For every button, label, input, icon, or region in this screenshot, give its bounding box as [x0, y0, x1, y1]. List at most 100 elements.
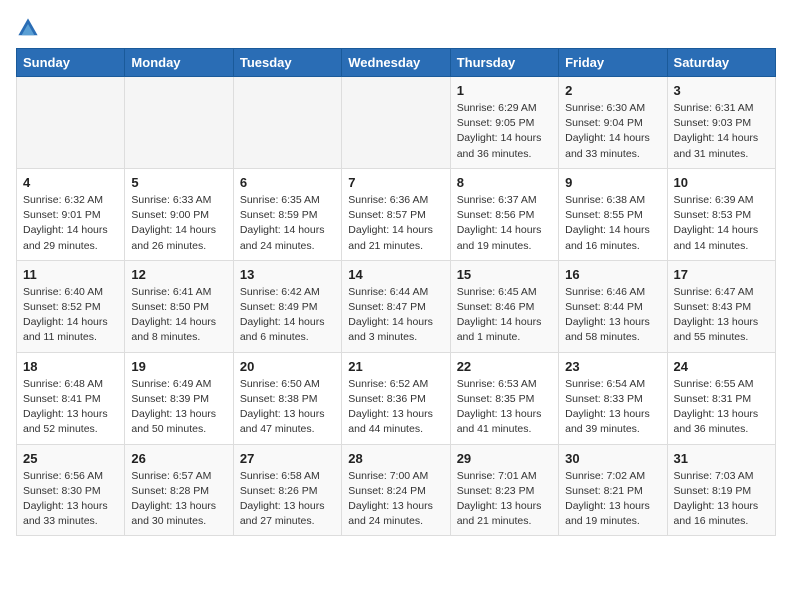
- calendar-week-1: 1Sunrise: 6:29 AMSunset: 9:05 PMDaylight…: [17, 77, 776, 169]
- day-number: 6: [240, 175, 335, 190]
- calendar-cell: 7 Sunrise: 6:36 AMSunset: 8:57 PMDaylight…: [342, 168, 450, 260]
- calendar-cell: [125, 77, 233, 169]
- calendar-table: SundayMondayTuesdayWednesdayThursdayFrid…: [16, 48, 776, 536]
- calendar-cell: 17 Sunrise: 6:47 AMSunset: 8:43 PMDayligh…: [667, 260, 775, 352]
- calendar-header-row: SundayMondayTuesdayWednesdayThursdayFrid…: [17, 49, 776, 77]
- calendar-cell: 5 Sunrise: 6:33 AMSunset: 9:00 PMDaylight…: [125, 168, 233, 260]
- calendar-cell: 28 Sunrise: 7:00 AMSunset: 8:24 PMDayligh…: [342, 444, 450, 536]
- weekday-header-tuesday: Tuesday: [233, 49, 341, 77]
- day-number: 22: [457, 359, 552, 374]
- day-number: 8: [457, 175, 552, 190]
- day-info: Sunrise: 6:46 AMSunset: 8:44 PMDaylight:…: [565, 285, 660, 346]
- day-number: 31: [674, 451, 769, 466]
- day-number: 23: [565, 359, 660, 374]
- weekday-header-sunday: Sunday: [17, 49, 125, 77]
- day-number: 29: [457, 451, 552, 466]
- calendar-week-3: 11 Sunrise: 6:40 AMSunset: 8:52 PMDayligh…: [17, 260, 776, 352]
- calendar-cell: 2 Sunrise: 6:30 AMSunset: 9:04 PMDaylight…: [559, 77, 667, 169]
- day-info: Sunrise: 6:40 AMSunset: 8:52 PMDaylight:…: [23, 285, 118, 346]
- day-number: 2: [565, 83, 660, 98]
- calendar-week-4: 18 Sunrise: 6:48 AMSunset: 8:41 PMDayligh…: [17, 352, 776, 444]
- weekday-header-saturday: Saturday: [667, 49, 775, 77]
- day-number: 25: [23, 451, 118, 466]
- calendar-cell: 12 Sunrise: 6:41 AMSunset: 8:50 PMDayligh…: [125, 260, 233, 352]
- day-info: Sunrise: 6:37 AMSunset: 8:56 PMDaylight:…: [457, 193, 552, 254]
- day-info: Sunrise: 6:56 AMSunset: 8:30 PMDaylight:…: [23, 469, 118, 530]
- calendar-cell: 27Sunrise: 6:58 AMSunset: 8:26 PMDayligh…: [233, 444, 341, 536]
- weekday-header-wednesday: Wednesday: [342, 49, 450, 77]
- day-number: 17: [674, 267, 769, 282]
- day-info: Sunrise: 6:58 AMSunset: 8:26 PMDaylight:…: [240, 469, 335, 530]
- day-number: 18: [23, 359, 118, 374]
- day-number: 19: [131, 359, 226, 374]
- logo: [16, 16, 44, 40]
- day-info: Sunrise: 7:02 AMSunset: 8:21 PMDaylight:…: [565, 469, 660, 530]
- day-number: 16: [565, 267, 660, 282]
- day-info: Sunrise: 7:01 AMSunset: 8:23 PMDaylight:…: [457, 469, 552, 530]
- day-info: Sunrise: 6:44 AMSunset: 8:47 PMDaylight:…: [348, 285, 443, 346]
- day-info: Sunrise: 6:48 AMSunset: 8:41 PMDaylight:…: [23, 377, 118, 438]
- calendar-cell: [342, 77, 450, 169]
- day-number: 21: [348, 359, 443, 374]
- calendar-cell: 6 Sunrise: 6:35 AMSunset: 8:59 PMDaylight…: [233, 168, 341, 260]
- day-number: 7: [348, 175, 443, 190]
- day-info: Sunrise: 6:36 AMSunset: 8:57 PMDaylight:…: [348, 193, 443, 254]
- calendar-cell: 1Sunrise: 6:29 AMSunset: 9:05 PMDaylight…: [450, 77, 558, 169]
- day-number: 4: [23, 175, 118, 190]
- calendar-cell: 8 Sunrise: 6:37 AMSunset: 8:56 PMDaylight…: [450, 168, 558, 260]
- day-number: 10: [674, 175, 769, 190]
- day-number: 24: [674, 359, 769, 374]
- day-info: Sunrise: 6:31 AMSunset: 9:03 PMDaylight:…: [674, 101, 769, 162]
- calendar-cell: [233, 77, 341, 169]
- day-number: 28: [348, 451, 443, 466]
- day-info: Sunrise: 6:29 AMSunset: 9:05 PMDaylight:…: [457, 101, 552, 162]
- day-info: Sunrise: 6:30 AMSunset: 9:04 PMDaylight:…: [565, 101, 660, 162]
- day-number: 26: [131, 451, 226, 466]
- day-info: Sunrise: 7:00 AMSunset: 8:24 PMDaylight:…: [348, 469, 443, 530]
- weekday-header-friday: Friday: [559, 49, 667, 77]
- day-number: 20: [240, 359, 335, 374]
- day-info: Sunrise: 6:33 AMSunset: 9:00 PMDaylight:…: [131, 193, 226, 254]
- calendar-cell: 15 Sunrise: 6:45 AMSunset: 8:46 PMDayligh…: [450, 260, 558, 352]
- day-number: 13: [240, 267, 335, 282]
- calendar-cell: 23 Sunrise: 6:54 AMSunset: 8:33 PMDayligh…: [559, 352, 667, 444]
- calendar-cell: 18 Sunrise: 6:48 AMSunset: 8:41 PMDayligh…: [17, 352, 125, 444]
- calendar-cell: 30 Sunrise: 7:02 AMSunset: 8:21 PMDayligh…: [559, 444, 667, 536]
- calendar-cell: 16 Sunrise: 6:46 AMSunset: 8:44 PMDayligh…: [559, 260, 667, 352]
- day-info: Sunrise: 6:49 AMSunset: 8:39 PMDaylight:…: [131, 377, 226, 438]
- calendar-cell: 4 Sunrise: 6:32 AMSunset: 9:01 PMDaylight…: [17, 168, 125, 260]
- calendar-cell: 26 Sunrise: 6:57 AMSunset: 8:28 PMDayligh…: [125, 444, 233, 536]
- day-info: Sunrise: 6:52 AMSunset: 8:36 PMDaylight:…: [348, 377, 443, 438]
- page-header: [16, 16, 776, 40]
- day-info: Sunrise: 6:57 AMSunset: 8:28 PMDaylight:…: [131, 469, 226, 530]
- logo-icon: [16, 16, 40, 40]
- calendar-week-2: 4 Sunrise: 6:32 AMSunset: 9:01 PMDaylight…: [17, 168, 776, 260]
- weekday-header-thursday: Thursday: [450, 49, 558, 77]
- day-info: Sunrise: 6:35 AMSunset: 8:59 PMDaylight:…: [240, 193, 335, 254]
- day-info: Sunrise: 6:45 AMSunset: 8:46 PMDaylight:…: [457, 285, 552, 346]
- calendar-cell: 14Sunrise: 6:44 AMSunset: 8:47 PMDayligh…: [342, 260, 450, 352]
- day-number: 5: [131, 175, 226, 190]
- day-number: 11: [23, 267, 118, 282]
- day-number: 12: [131, 267, 226, 282]
- calendar-cell: 9Sunrise: 6:38 AMSunset: 8:55 PMDaylight…: [559, 168, 667, 260]
- calendar-cell: 21 Sunrise: 6:52 AMSunset: 8:36 PMDayligh…: [342, 352, 450, 444]
- calendar-cell: 24 Sunrise: 6:55 AMSunset: 8:31 PMDayligh…: [667, 352, 775, 444]
- calendar-cell: 20Sunrise: 6:50 AMSunset: 8:38 PMDayligh…: [233, 352, 341, 444]
- calendar-cell: 3 Sunrise: 6:31 AMSunset: 9:03 PMDaylight…: [667, 77, 775, 169]
- day-number: 30: [565, 451, 660, 466]
- calendar-cell: 10 Sunrise: 6:39 AMSunset: 8:53 PMDayligh…: [667, 168, 775, 260]
- calendar-week-5: 25 Sunrise: 6:56 AMSunset: 8:30 PMDayligh…: [17, 444, 776, 536]
- day-info: Sunrise: 6:39 AMSunset: 8:53 PMDaylight:…: [674, 193, 769, 254]
- day-info: Sunrise: 6:41 AMSunset: 8:50 PMDaylight:…: [131, 285, 226, 346]
- day-info: Sunrise: 6:55 AMSunset: 8:31 PMDaylight:…: [674, 377, 769, 438]
- calendar-cell: 13Sunrise: 6:42 AMSunset: 8:49 PMDayligh…: [233, 260, 341, 352]
- calendar-cell: 31Sunrise: 7:03 AMSunset: 8:19 PMDayligh…: [667, 444, 775, 536]
- day-number: 15: [457, 267, 552, 282]
- calendar-cell: 25 Sunrise: 6:56 AMSunset: 8:30 PMDayligh…: [17, 444, 125, 536]
- day-info: Sunrise: 6:32 AMSunset: 9:01 PMDaylight:…: [23, 193, 118, 254]
- day-number: 3: [674, 83, 769, 98]
- calendar-cell: 19 Sunrise: 6:49 AMSunset: 8:39 PMDayligh…: [125, 352, 233, 444]
- day-info: Sunrise: 6:54 AMSunset: 8:33 PMDaylight:…: [565, 377, 660, 438]
- day-info: Sunrise: 6:47 AMSunset: 8:43 PMDaylight:…: [674, 285, 769, 346]
